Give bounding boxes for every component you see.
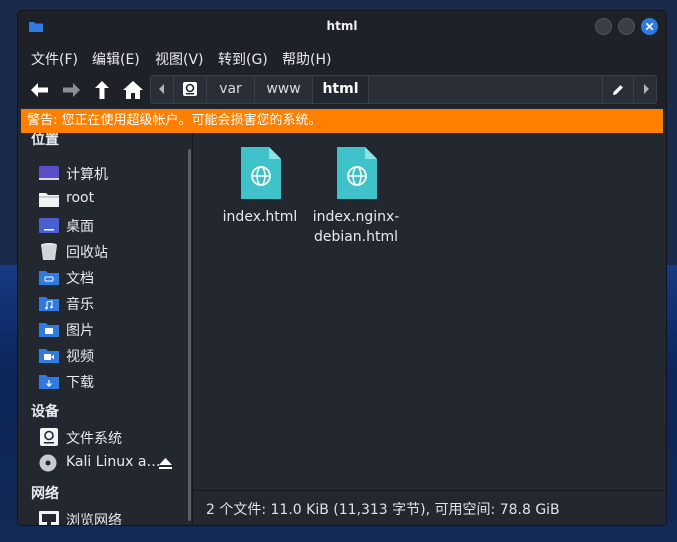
sidebar-item-label: 文件系统: [66, 431, 122, 447]
home-icon: [123, 81, 143, 99]
drive-icon: [183, 82, 197, 96]
sidebar-section-network: 网络: [31, 486, 59, 502]
sidebar-item-root[interactable]: root: [38, 188, 188, 210]
desktop-icon: [39, 218, 59, 233]
sidebar-item-label: 音乐: [66, 297, 94, 313]
chevron-right-icon: [644, 84, 649, 94]
menu-view[interactable]: 视图(V): [155, 49, 204, 69]
path-bar: var www html: [150, 75, 657, 104]
back-button[interactable]: [27, 78, 53, 102]
sidebar-item-videos[interactable]: 视频: [38, 344, 188, 366]
sidebar: 位置 计算机 root 桌面 回收站 文档 音乐 图片 视频 下载 设备 文件系…: [18, 133, 191, 525]
sidebar-item-kali-disc[interactable]: Kali Linux a…: [38, 452, 188, 474]
computer-icon: [39, 166, 59, 180]
pencil-icon: [613, 85, 623, 95]
edit-path-button[interactable]: [602, 76, 633, 103]
arrow-right-icon: [63, 83, 80, 97]
file-item[interactable]: index.nginx- debian.html: [306, 145, 406, 247]
trash-icon: [41, 243, 57, 260]
file-view[interactable]: index.html index.nginx- debian.html: [193, 133, 666, 490]
sidebar-section-places: 位置: [31, 133, 59, 148]
chevron-left-icon: [159, 84, 164, 94]
sidebar-item-label: Kali Linux a…: [66, 454, 161, 470]
sidebar-section-devices: 设备: [31, 404, 59, 420]
sidebar-item-pictures[interactable]: 图片: [38, 318, 188, 340]
maximize-button[interactable]: [618, 18, 635, 35]
sidebar-item-label: 回收站: [66, 245, 108, 261]
sidebar-item-documents[interactable]: 文档: [38, 266, 188, 288]
status-bar: 2 个文件: 11.0 KiB (11,313 字节), 可用空间: 78.8 …: [193, 490, 666, 525]
sidebar-item-trash[interactable]: 回收站: [38, 240, 188, 262]
sidebar-item-label: 视频: [66, 349, 94, 365]
menu-edit[interactable]: 编辑(E): [92, 49, 140, 69]
menu-help[interactable]: 帮助(H): [282, 49, 331, 69]
file-manager-window: html 文件(F) 编辑(E) 视图(V) 转到(G) 帮助(H) var w…: [17, 10, 667, 526]
sidebar-item-label: 计算机: [66, 167, 108, 183]
path-root-button[interactable]: [174, 76, 207, 103]
home-folder-icon: [39, 193, 59, 207]
network-icon: [39, 511, 59, 525]
menu-bar: 文件(F) 编辑(E) 视图(V) 转到(G) 帮助(H): [18, 42, 666, 72]
sidebar-item-desktop[interactable]: 桌面: [38, 214, 188, 236]
downloads-folder-icon: [39, 375, 59, 389]
menu-go[interactable]: 转到(G): [218, 49, 268, 69]
minimize-button[interactable]: [595, 18, 612, 35]
optical-disc-icon: [39, 454, 57, 472]
file-name-continued: debian.html: [313, 229, 399, 245]
home-button[interactable]: [120, 78, 146, 102]
close-button[interactable]: [641, 18, 658, 35]
documents-folder-icon: [39, 271, 59, 285]
eject-icon[interactable]: [159, 458, 172, 470]
arrow-up-icon: [95, 81, 109, 99]
videos-folder-icon: [39, 349, 59, 363]
path-crumb-html[interactable]: html: [313, 76, 369, 103]
music-folder-icon: [39, 297, 59, 311]
file-name: index.html: [222, 209, 298, 225]
title-bar[interactable]: html: [18, 11, 666, 42]
up-button[interactable]: [89, 78, 115, 102]
file-item[interactable]: index.html: [210, 145, 310, 227]
sidebar-item-label: 文档: [66, 271, 94, 287]
sidebar-item-downloads[interactable]: 下载: [38, 370, 188, 392]
sidebar-item-label: 桌面: [66, 219, 94, 235]
sidebar-item-browse-network[interactable]: 浏览网络: [38, 508, 188, 525]
sidebar-item-label: root: [66, 190, 95, 206]
window-title: html: [326, 19, 358, 33]
file-name: index.nginx-: [312, 209, 400, 225]
sidebar-item-computer[interactable]: 计算机: [38, 162, 188, 184]
menu-file[interactable]: 文件(F): [31, 49, 78, 69]
sidebar-item-music[interactable]: 音乐: [38, 292, 188, 314]
root-warning-banner: 警告: 您正在使用超级帐户。可能会损害您的系统。: [21, 109, 663, 133]
path-scroll-left[interactable]: [151, 76, 174, 103]
html-file-icon: [241, 147, 281, 199]
close-icon: [646, 23, 653, 30]
forward-button[interactable]: [58, 78, 84, 102]
status-text: 2 个文件: 11.0 KiB (11,313 字节), 可用空间: 78.8 …: [206, 502, 560, 518]
toolbar: var www html: [18, 72, 666, 108]
sidebar-scrollbar[interactable]: [188, 149, 191, 521]
path-scroll-right[interactable]: [633, 76, 657, 103]
sidebar-item-label: 下载: [66, 375, 94, 391]
html-file-icon: [337, 147, 377, 199]
arrow-left-icon: [31, 83, 48, 97]
drive-icon: [40, 428, 58, 446]
sidebar-item-filesystem[interactable]: 文件系统: [38, 426, 188, 448]
path-crumb-var[interactable]: var: [207, 76, 255, 103]
sidebar-item-label: 图片: [66, 323, 94, 339]
pictures-folder-icon: [39, 323, 59, 337]
sidebar-item-label: 浏览网络: [66, 513, 122, 525]
path-crumb-www[interactable]: www: [255, 76, 313, 103]
